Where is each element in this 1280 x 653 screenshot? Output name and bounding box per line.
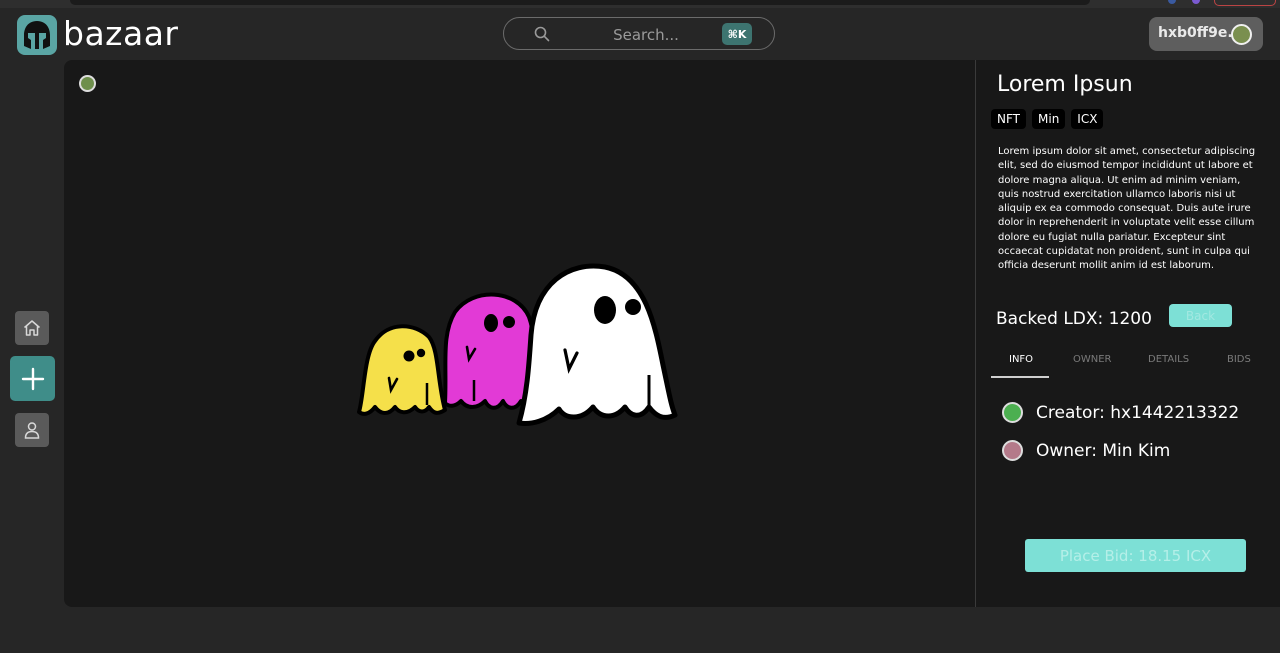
active-tab-indicator (991, 376, 1049, 378)
wallet-avatar (1231, 24, 1252, 45)
tab-bids[interactable]: BIDS (1227, 354, 1251, 365)
brand-name[interactable]: bazaar (63, 14, 179, 53)
owner-text: Owner: Min Kim (1036, 440, 1171, 461)
nft-title: Lorem Ipsun (997, 72, 1133, 97)
tag-list: NFT Min ICX (991, 109, 1104, 129)
helmet-icon (24, 21, 50, 49)
search-input[interactable] (574, 24, 718, 46)
owner-row: Owner: Min Kim (1002, 440, 1170, 461)
magenta-ghost (443, 292, 539, 410)
status-indicator (79, 75, 96, 92)
tab-owner[interactable]: OWNER (1073, 354, 1112, 365)
nft-details-panel: Lorem Ipsun NFT Min ICX Lorem ipsum dolo… (975, 60, 1280, 607)
sidebar-profile-button[interactable] (15, 413, 49, 447)
tag-icx[interactable]: ICX (1071, 109, 1104, 129)
plus-icon (21, 367, 44, 390)
detail-tabs: INFO OWNER DETAILS BIDS (991, 348, 1271, 378)
browser-extension-icon[interactable] (1168, 0, 1176, 4)
sidebar-add-button[interactable] (10, 356, 55, 401)
browser-top-strip (0, 0, 1280, 8)
tag-nft[interactable]: NFT (991, 109, 1026, 129)
back-button[interactable]: Back (1169, 304, 1232, 327)
ghosts-artwork (357, 263, 678, 426)
home-icon (24, 320, 40, 336)
bazaar-logo[interactable] (17, 15, 57, 55)
place-bid-button[interactable]: Place Bid: 18.15 ICX (1025, 539, 1246, 572)
nft-viewer (64, 60, 976, 607)
creator-text: Creator: hx1442213322 (1036, 402, 1240, 423)
creator-avatar (1002, 402, 1023, 423)
yellow-ghost (357, 324, 447, 416)
tag-min[interactable]: Min (1032, 109, 1066, 129)
creator-row: Creator: hx1442213322 (1002, 402, 1239, 423)
user-icon (24, 422, 40, 439)
search-shortcut-badge: ⌘K (722, 23, 752, 45)
search-bar[interactable]: ⌘K (503, 17, 775, 50)
nft-description: Lorem ipsum dolor sit amet, consectetur … (998, 146, 1256, 272)
owner-avatar (1002, 440, 1023, 461)
wallet-button[interactable]: hxb0ff9e... (1149, 17, 1263, 51)
search-icon (534, 26, 550, 42)
browser-pill[interactable] (1214, 0, 1276, 6)
tab-info[interactable]: INFO (1009, 354, 1033, 365)
address-strip (70, 0, 1090, 5)
tab-details[interactable]: DETAILS (1148, 354, 1189, 365)
sidebar-home-button[interactable] (15, 311, 49, 345)
white-ghost (516, 263, 678, 426)
backed-amount: Backed LDX: 1200 (996, 309, 1152, 329)
browser-extension-icon[interactable] (1192, 0, 1200, 4)
